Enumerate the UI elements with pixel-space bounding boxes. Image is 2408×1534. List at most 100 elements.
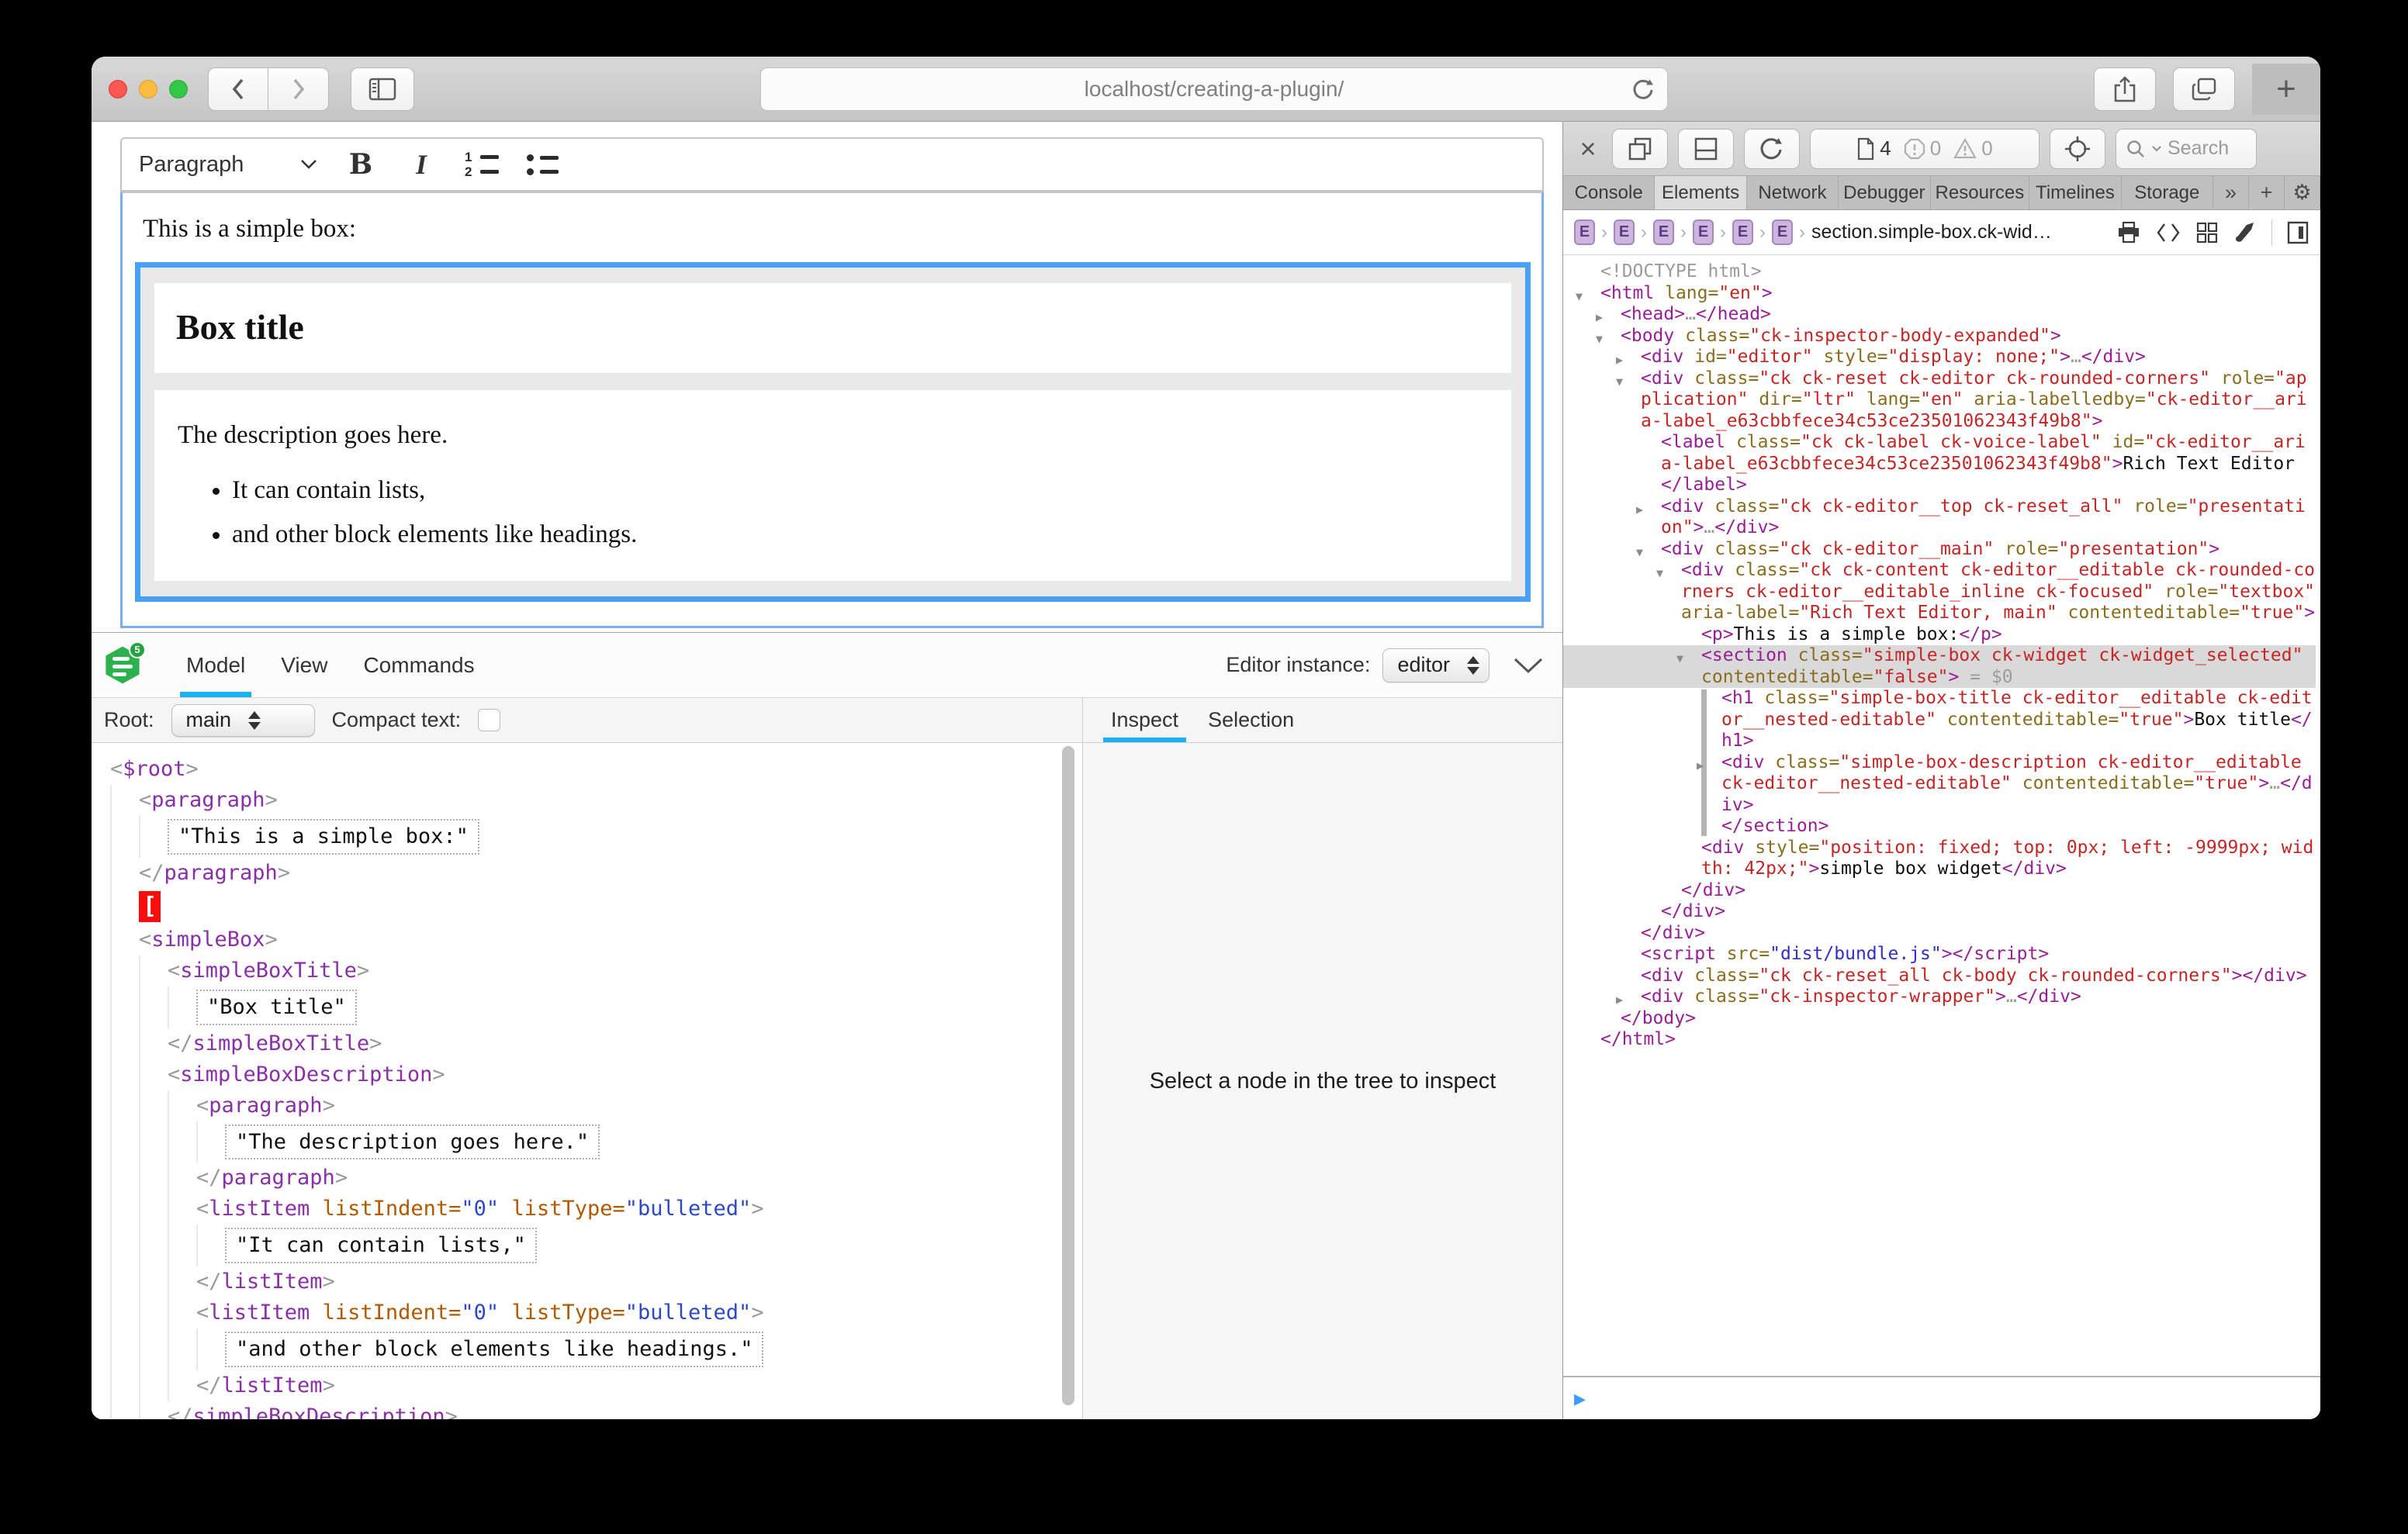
dom-tree-line[interactable]: </body>	[1563, 1008, 2316, 1030]
model-tree-line[interactable]: "Box title"	[92, 986, 1059, 1028]
model-tree-line[interactable]: <paragraph>	[92, 785, 1059, 816]
dom-tree-line[interactable]: ▶<div class="simple-box-description ck-e…	[1563, 752, 2316, 817]
root-select[interactable]: main	[171, 704, 315, 737]
devtools-tab-network[interactable]: Network	[1747, 176, 1839, 209]
model-text-node[interactable]: "The description goes here."	[225, 1125, 600, 1160]
dock-side-button[interactable]	[1612, 129, 1668, 169]
breadcrumb-current[interactable]: section.simple-box.ck-wid…	[1811, 221, 2052, 244]
address-bar[interactable]: localhost/creating-a-plugin/	[760, 67, 1668, 111]
model-tree-line[interactable]: <simpleBox>	[92, 924, 1059, 955]
dom-tree-line[interactable]: ▶<div id="editor" style="display: none;"…	[1563, 347, 2316, 368]
dom-tree-line[interactable]: </div>	[1563, 880, 2316, 902]
dom-tree-line[interactable]: <div class="ck ck-reset_all ck-body ck-r…	[1563, 966, 2316, 987]
model-tree-line[interactable]: <simpleBoxDescription>	[92, 1059, 1059, 1090]
devtools-reload-button[interactable]	[1744, 129, 1800, 169]
breadcrumb-element-badge[interactable]: E	[1732, 219, 1753, 245]
element-picker-button[interactable]	[2050, 129, 2105, 169]
model-tree-line[interactable]: "This is a simple box:"	[92, 816, 1059, 858]
dom-tree-line[interactable]: </html>	[1563, 1029, 2316, 1051]
dom-tree-line[interactable]: ▼<div class="ck ck-reset ck-editor ck-ro…	[1563, 368, 2316, 433]
expanded-arrow-icon[interactable]: ▼	[1676, 648, 1683, 670]
add-tab-button[interactable]: +	[2249, 176, 2285, 209]
dom-tree-line[interactable]: </div>	[1563, 901, 2316, 923]
simple-box-description-field[interactable]: The description goes here. It can contai…	[154, 390, 1511, 581]
editor-instance-select[interactable]: editor	[1382, 648, 1489, 682]
model-tree-line[interactable]: </listItem>	[92, 1370, 1059, 1401]
model-tree-line[interactable]: <$root>	[92, 754, 1059, 785]
dom-tree-line[interactable]: <label class="ck ck-label ck-voice-label…	[1563, 432, 2316, 496]
dom-tree-line[interactable]: <!DOCTYPE html>	[1563, 261, 2316, 283]
dom-tree-line[interactable]: <script src="dist/bundle.js"></script>	[1563, 944, 2316, 966]
minimize-window-button[interactable]	[139, 80, 157, 98]
bulleted-list-button[interactable]	[525, 146, 559, 183]
tab-overflow-button[interactable]: »	[2213, 176, 2249, 209]
collapsed-arrow-icon[interactable]: ▶	[1636, 499, 1643, 521]
dom-tree-line[interactable]: ▼<body class="ck-inspector-body-expanded…	[1563, 326, 2316, 347]
breadcrumb-element-badge[interactable]: E	[1772, 219, 1793, 245]
collapsed-arrow-icon[interactable]: ▶	[1697, 755, 1704, 777]
model-tree-line[interactable]: "and other block elements like headings.…	[92, 1328, 1059, 1370]
code-brackets-icon[interactable]	[2155, 222, 2181, 244]
model-tree-line[interactable]: <listItem listIndent="0" listType="bulle…	[92, 1297, 1059, 1328]
forward-button[interactable]	[268, 67, 329, 111]
model-tree-line[interactable]: </paragraph>	[92, 858, 1059, 889]
model-text-node[interactable]: "It can contain lists,"	[225, 1228, 537, 1263]
editor-paragraph[interactable]: This is a simple box:	[143, 215, 1521, 244]
zoom-window-button[interactable]	[169, 80, 188, 98]
inspector-tab-model[interactable]: Model	[175, 633, 256, 697]
model-text-node[interactable]: "Box title"	[196, 990, 357, 1025]
console-prompt[interactable]: ▸	[1563, 1376, 2320, 1419]
breadcrumb-element-badge[interactable]: E	[1693, 219, 1714, 245]
print-icon[interactable]	[2116, 221, 2141, 244]
breadcrumb-element-badge[interactable]: E	[1614, 219, 1635, 245]
model-tree-line[interactable]: "It can contain lists,"	[92, 1225, 1059, 1266]
bold-button[interactable]: B	[344, 146, 378, 183]
dom-tree-line[interactable]: ▶<div class="ck-inspector-wrapper">…</di…	[1563, 986, 2316, 1008]
dom-tree-line[interactable]: ▼<html lang="en">	[1563, 283, 2316, 305]
styles-brush-icon[interactable]	[2233, 220, 2258, 245]
inspector-tab-view[interactable]: View	[270, 633, 338, 697]
dom-tree-line[interactable]: <div style="position: fixed; top: 0px; l…	[1563, 838, 2316, 880]
tab-overview-button[interactable]	[2173, 67, 2235, 111]
reload-button[interactable]	[1630, 77, 1656, 103]
italic-button[interactable]: I	[404, 146, 438, 183]
model-tree-scrollbar[interactable]	[1062, 746, 1074, 1405]
devtools-tab-timelines[interactable]: Timelines	[2029, 176, 2121, 209]
model-tree-line[interactable]: </simpleBoxTitle>	[92, 1028, 1059, 1059]
dom-tree-line[interactable]: ▼<div class="ck ck-editor__main" role="p…	[1563, 539, 2316, 561]
expanded-arrow-icon[interactable]: ▼	[1656, 563, 1663, 585]
new-tab-button[interactable]: +	[2252, 64, 2320, 115]
devtools-close-button[interactable]: ×	[1574, 135, 1602, 163]
model-tree-line[interactable]: </paragraph>	[92, 1163, 1059, 1194]
model-text-node[interactable]: "This is a simple box:"	[168, 819, 479, 855]
box-description-list-item[interactable]: It can contain lists,	[232, 473, 1488, 508]
model-tree-line[interactable]: </simpleBoxDescription>	[92, 1401, 1059, 1419]
dom-tree-line[interactable]: <p>This is a simple box:</p>	[1563, 624, 2316, 646]
devtools-tab-resources[interactable]: Resources	[1931, 176, 2030, 209]
inspector-tab-commands[interactable]: Commands	[352, 633, 485, 697]
devtools-tab-elements[interactable]: Elements	[1655, 176, 1746, 209]
dom-tree-line[interactable]: ▶<div class="ck ck-editor__top ck-reset_…	[1563, 496, 2316, 539]
devtools-search-field[interactable]: Search	[2116, 129, 2257, 169]
model-tree-line[interactable]: [	[92, 889, 1059, 924]
devtools-tab-console[interactable]: Console	[1563, 176, 1655, 209]
breadcrumb-element-badge[interactable]: E	[1653, 219, 1674, 245]
dom-tree-line-selected[interactable]: ▼<section class="simple-box ck-widget ck…	[1563, 645, 2316, 688]
dom-tree-line[interactable]: ▶<head>…</head>	[1563, 304, 2316, 326]
compact-text-checkbox[interactable]	[478, 709, 500, 731]
model-tree-line[interactable]: "The description goes here."	[92, 1121, 1059, 1163]
grid-icon[interactable]	[2195, 221, 2219, 244]
numbered-list-button[interactable]: 1 2	[465, 146, 499, 183]
model-tree-line[interactable]: </listItem>	[92, 1266, 1059, 1297]
paragraph-style-dropdown[interactable]: Paragraph	[139, 152, 317, 178]
back-button[interactable]	[208, 67, 268, 111]
simple-box-widget[interactable]: Box title The description goes here. It …	[135, 262, 1531, 602]
simple-box-title-field[interactable]: Box title	[154, 283, 1511, 373]
inspector-collapse-button[interactable]	[1513, 657, 1544, 674]
inspector-side-tab-selection[interactable]: Selection	[1197, 698, 1305, 742]
model-text-node[interactable]: "and other block elements like headings.…	[225, 1332, 763, 1367]
model-tree-line[interactable]: <simpleBoxTitle>	[92, 955, 1059, 986]
expanded-arrow-icon[interactable]: ▼	[1616, 371, 1623, 393]
dock-bottom-button[interactable]	[1678, 129, 1734, 169]
box-description-list-item[interactable]: and other block elements like headings.	[232, 517, 1488, 552]
